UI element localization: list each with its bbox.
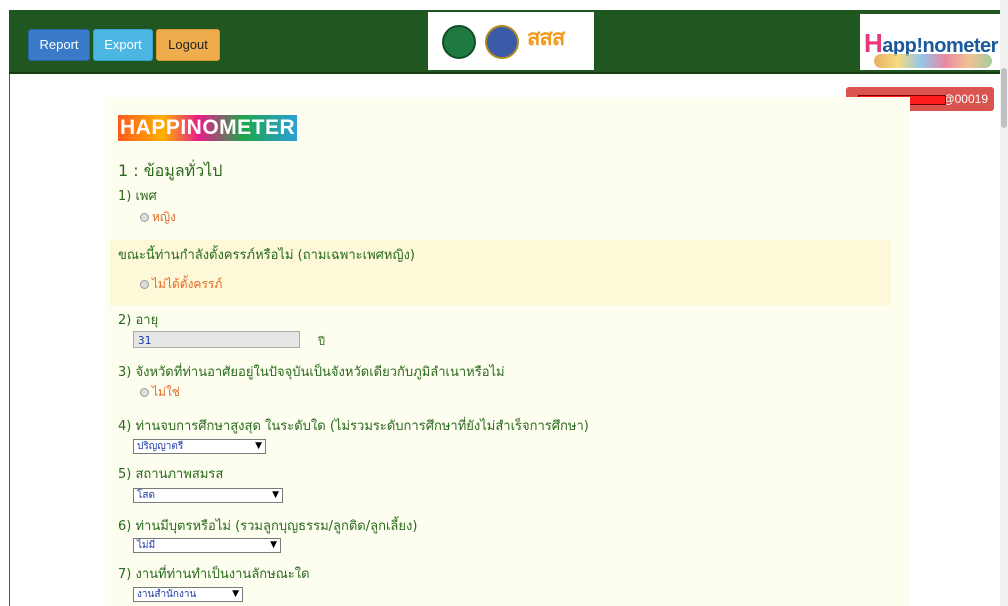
export-button[interactable]: Export bbox=[93, 29, 153, 61]
top-navbar: Report Export Logout สสส Happ!nometer bbox=[9, 10, 1000, 74]
education-select[interactable]: ปริญญาตรี ▼ bbox=[133, 439, 266, 454]
question-age: 2) อายุ bbox=[118, 313, 159, 328]
dropdown-arrow-icon: ▼ bbox=[255, 441, 262, 451]
pregnancy-question-block: ขณะนี้ท่านกำลังตั้งครรภ์หรือไม่ (ถามเฉพา… bbox=[110, 240, 891, 305]
children-select[interactable]: ไม่มี ▼ bbox=[133, 538, 281, 553]
radio-icon[interactable] bbox=[140, 213, 149, 222]
happ-logo-faces-icon bbox=[874, 54, 992, 68]
page-scrollbar-thumb[interactable] bbox=[1001, 68, 1007, 128]
radio-icon[interactable] bbox=[140, 388, 149, 397]
dropdown-arrow-icon: ▼ bbox=[232, 589, 239, 599]
section-heading-general-info: 1 : ข้อมูลทั่วไป bbox=[118, 161, 223, 180]
answer-hometown[interactable]: ไม่ใช่ bbox=[140, 383, 180, 402]
thaihealth-logo: สสส bbox=[527, 25, 565, 50]
report-button[interactable]: Report bbox=[28, 29, 90, 61]
page-left-border bbox=[9, 74, 10, 606]
answer-pregnancy[interactable]: ไม่ได้ตั้งครรภ์ bbox=[140, 275, 222, 294]
question-job-type: 7) งานที่ท่านทำเป็นงานลักษณะใด bbox=[118, 567, 310, 582]
age-unit-label: ปี bbox=[318, 335, 325, 348]
answer-gender[interactable]: หญิง bbox=[140, 208, 176, 227]
question-hometown: 3) จังหวัดที่ท่านอาศัยอยู่ในปัจจุบันเป็น… bbox=[118, 365, 505, 380]
logout-button[interactable]: Logout bbox=[156, 29, 220, 61]
questionnaire-panel: HAPPINOMETER 1 : ข้อมูลทั่วไป 1) เพศ หญิ… bbox=[105, 97, 910, 606]
age-input[interactable]: 31 bbox=[133, 331, 300, 348]
ministry-health-logo-icon bbox=[442, 25, 476, 59]
question-children: 6) ท่านมีบุตรหรือไม่ (รวมลูกบุญธรรม/ลูกต… bbox=[118, 519, 418, 534]
question-gender: 1) เพศ bbox=[118, 189, 157, 204]
radio-icon[interactable] bbox=[140, 280, 149, 289]
mahidol-logo-icon bbox=[485, 25, 519, 59]
partner-logos: สสส bbox=[428, 12, 594, 70]
dropdown-arrow-icon: ▼ bbox=[272, 490, 279, 500]
marital-status-select[interactable]: โสด ▼ bbox=[133, 488, 283, 503]
happinometer-logo: Happ!nometer bbox=[860, 14, 1000, 70]
question-education: 4) ท่านจบการศึกษาสูงสุด ในระดับใด (ไม่รว… bbox=[118, 419, 589, 434]
dropdown-arrow-icon: ▼ bbox=[270, 540, 277, 550]
job-type-select[interactable]: งานสำนักงาน ▼ bbox=[133, 587, 243, 602]
form-title: HAPPINOMETER bbox=[118, 115, 298, 141]
question-marital-status: 5) สถานภาพสมรส bbox=[118, 467, 224, 482]
question-pregnancy: ขณะนี้ท่านกำลังตั้งครรภ์หรือไม่ (ถามเฉพา… bbox=[118, 248, 415, 263]
